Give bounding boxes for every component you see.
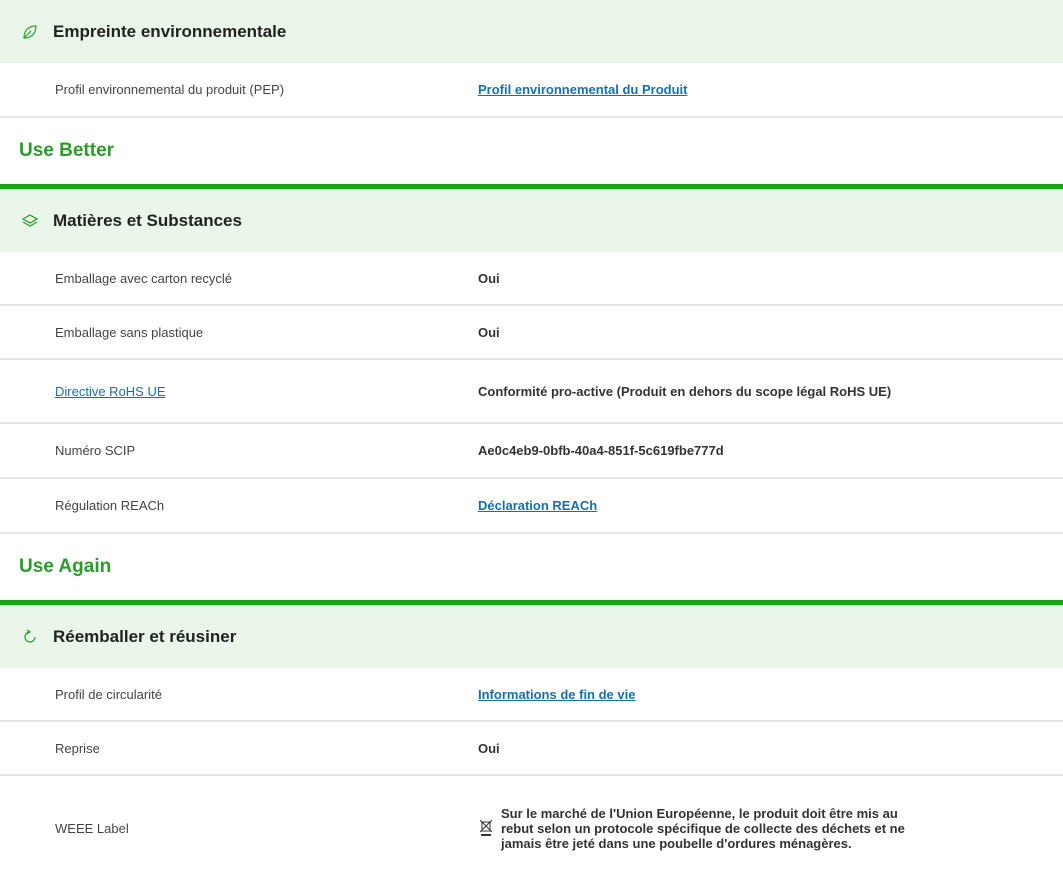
weee-text: Sur le marché de l'Union Européenne, le … — [501, 805, 905, 851]
row-rohs: Directive RoHS UE Conformité pro-active … — [0, 360, 1063, 424]
row-reprise: Reprise Oui — [0, 722, 1063, 776]
row-label-pep: Profil environnemental du produit (PEP) — [55, 82, 285, 97]
row-label-weee: WEEE Label — [55, 820, 129, 836]
group-title-use-again: Use Again — [0, 534, 1063, 605]
row-carton: Emballage avec carton recyclé Oui — [0, 252, 1063, 306]
row-scip: Numéro SCIP Ae0c4eb9-0bfb-40a4-851f-5c61… — [0, 424, 1063, 479]
section-header-reemballer: Réemballer et réusiner — [0, 605, 1063, 668]
leaf-icon — [21, 23, 39, 41]
row-label-reach: Régulation REACh — [55, 498, 165, 513]
row-label-circularite: Profil de circularité — [55, 686, 162, 702]
layers-icon — [21, 212, 39, 230]
group-title-use-better: Use Better — [0, 118, 1063, 189]
row-weee: WEEE Label Sur le marché de l'Union Euro… — [0, 776, 1063, 880]
section-header-empreinte: Empreinte environnementale — [0, 0, 1063, 63]
row-value-plastique: Oui — [478, 324, 500, 340]
row-value-rohs: Conformité pro-active (Produit en dehors… — [478, 383, 892, 399]
section-title-empreinte: Empreinte environnementale — [53, 21, 287, 41]
section-title-matieres: Matières et Substances — [53, 210, 242, 230]
row-plastique: Emballage sans plastique Oui — [0, 306, 1063, 360]
link-reach[interactable]: Déclaration REACh — [478, 498, 1063, 513]
row-label-reprise: Reprise — [55, 740, 100, 756]
link-fin-de-vie[interactable]: Informations de fin de vie — [478, 687, 1063, 702]
row-value-scip: Ae0c4eb9-0bfb-40a4-851f-5c619fbe777d — [478, 443, 724, 458]
row-label-plastique: Emballage sans plastique — [55, 324, 204, 340]
row-label-carton: Emballage avec carton recyclé — [55, 270, 233, 286]
refresh-icon — [21, 628, 39, 646]
link-pep[interactable]: Profil environnemental du Produit — [478, 82, 1063, 97]
row-value-carton: Oui — [478, 270, 500, 286]
link-rohs[interactable]: Directive RoHS UE — [0, 384, 478, 399]
section-title-reemballer: Réemballer et réusiner — [53, 626, 237, 646]
row-value-reprise: Oui — [478, 740, 500, 756]
weee-bin-icon — [478, 820, 493, 836]
row-reach: Régulation REACh Déclaration REACh — [0, 479, 1063, 534]
section-header-matieres: Matières et Substances — [0, 189, 1063, 252]
row-value-weee: Sur le marché de l'Union Européenne, le … — [478, 806, 1063, 851]
row-pep: Profil environnemental du produit (PEP) … — [0, 63, 1063, 118]
row-circularite: Profil de circularité Informations de fi… — [0, 668, 1063, 722]
row-label-scip: Numéro SCIP — [55, 443, 136, 458]
